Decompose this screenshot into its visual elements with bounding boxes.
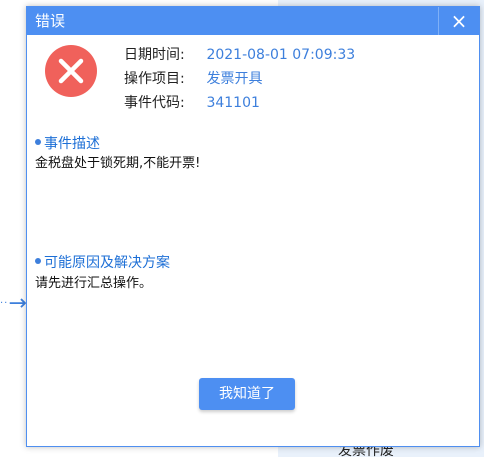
event-code-row: 事件代码: 341101 bbox=[124, 93, 260, 113]
ok-button[interactable]: 我知道了 bbox=[199, 378, 295, 410]
bullet-icon bbox=[35, 258, 41, 264]
event-code-value: 341101 bbox=[206, 95, 260, 111]
datetime-value: 2021-08-01 07:09:33 bbox=[206, 47, 356, 63]
solution-text: 请先进行汇总操作。 bbox=[35, 276, 153, 291]
close-button[interactable]: × bbox=[439, 7, 479, 35]
operation-row: 操作项目: 发票开具 bbox=[124, 69, 262, 89]
solution-heading-text: 可能原因及解决方案 bbox=[44, 255, 170, 271]
description-heading: 事件描述 bbox=[35, 134, 100, 154]
datetime-row: 日期时间: 2021-08-01 07:09:33 bbox=[124, 45, 355, 65]
operation-label: 操作项目: bbox=[124, 71, 185, 87]
error-dialog: 错误 × 日期时间: 2021-08-01 07:09:33 操作项目: 发票开… bbox=[26, 6, 480, 447]
dialog-title: 错误 bbox=[35, 12, 66, 30]
dialog-titlebar: 错误 × bbox=[27, 7, 479, 35]
solution-heading: 可能原因及解决方案 bbox=[35, 253, 170, 273]
description-heading-text: 事件描述 bbox=[44, 136, 100, 152]
description-text: 金税盘处于锁死期,不能开票! bbox=[35, 156, 201, 171]
datetime-label: 日期时间: bbox=[124, 47, 185, 63]
operation-value: 发票开具 bbox=[206, 71, 263, 87]
error-icon bbox=[45, 45, 97, 97]
event-code-label: 事件代码: bbox=[124, 95, 185, 111]
bullet-icon bbox=[35, 139, 41, 145]
